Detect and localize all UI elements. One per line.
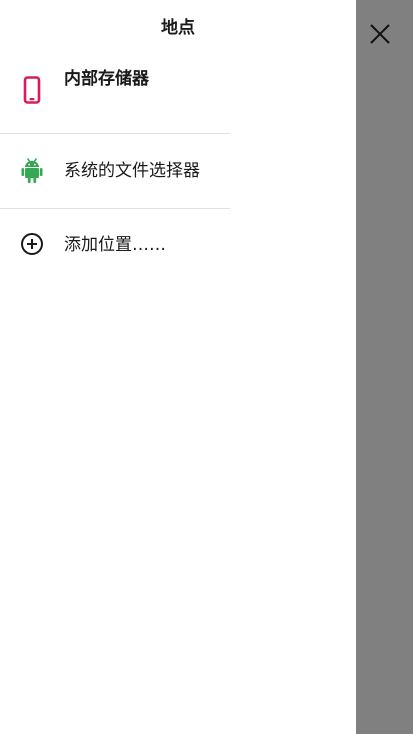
close-icon: [366, 24, 394, 52]
add-location-item[interactable]: 添加位置……: [0, 208, 230, 282]
location-item-internal-storage[interactable]: 内部存储器: [0, 60, 230, 134]
location-item-label: 系统的文件选择器: [64, 161, 200, 181]
location-item-label: 内部存储器: [64, 69, 149, 89]
location-item-system-file-picker[interactable]: 系统的文件选择器: [0, 134, 230, 208]
locations-drawer: 地点 内部存储器 系统的文件选择器 添加位置……: [0, 0, 356, 734]
location-item-label: 添加位置……: [64, 235, 166, 255]
phone-icon: [20, 76, 44, 104]
close-button[interactable]: [366, 20, 394, 48]
android-icon: [20, 157, 44, 183]
screen: 地点 内部存储器 系统的文件选择器 添加位置……: [0, 0, 413, 734]
add-circle-icon: [20, 232, 44, 256]
drawer-title: 地点: [161, 18, 195, 38]
drawer-scrim[interactable]: [356, 0, 413, 734]
